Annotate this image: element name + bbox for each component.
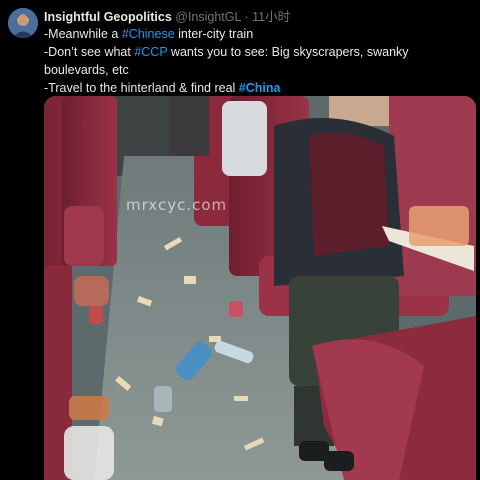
hashtag-ccp[interactable]: #CCP (134, 45, 167, 59)
tweet[interactable]: Insightful Geopolitics @InsightGL · 11小时… (0, 0, 480, 480)
train-interior-photo (44, 96, 476, 480)
photo-watermark: mrxcyc.com (126, 196, 228, 214)
tweet-line-3: boulevards, etc (44, 61, 470, 79)
separator-dot: · (244, 10, 249, 24)
tweet-line-4: -Travel to the hinterland & find real #C… (44, 79, 470, 97)
hashtag-china[interactable]: #China (239, 81, 281, 95)
tweet-text: -Meanwhile a #Chinese inter-city train -… (44, 25, 470, 97)
line-2-suffix: wants you to see: Big skyscrapers, swank… (167, 45, 409, 59)
line-1-text: -Meanwhile a (44, 27, 122, 41)
line-1-suffix: inter-city train (174, 27, 254, 41)
line-2-text: -Don’t see what (44, 45, 135, 59)
tweet-line-2: -Don’t see what #CCP wants you to see: B… (44, 43, 470, 61)
line-3-text: boulevards, etc (44, 63, 129, 77)
author-avatar[interactable] (8, 8, 38, 38)
timestamp[interactable]: 11小时 (252, 10, 290, 24)
author-name[interactable]: Insightful Geopolitics (44, 10, 172, 24)
line-4-text: -Travel to the hinterland & find real (44, 81, 239, 95)
avatar-image (8, 8, 38, 38)
tweet-header: Insightful Geopolitics @InsightGL · 11小时 (44, 9, 472, 25)
author-handle[interactable]: @InsightGL (175, 10, 241, 24)
tweet-line-1: -Meanwhile a #Chinese inter-city train (44, 25, 470, 43)
hashtag-chinese[interactable]: #Chinese (122, 27, 175, 41)
tweet-photo[interactable]: mrxcyc.com (44, 96, 476, 480)
